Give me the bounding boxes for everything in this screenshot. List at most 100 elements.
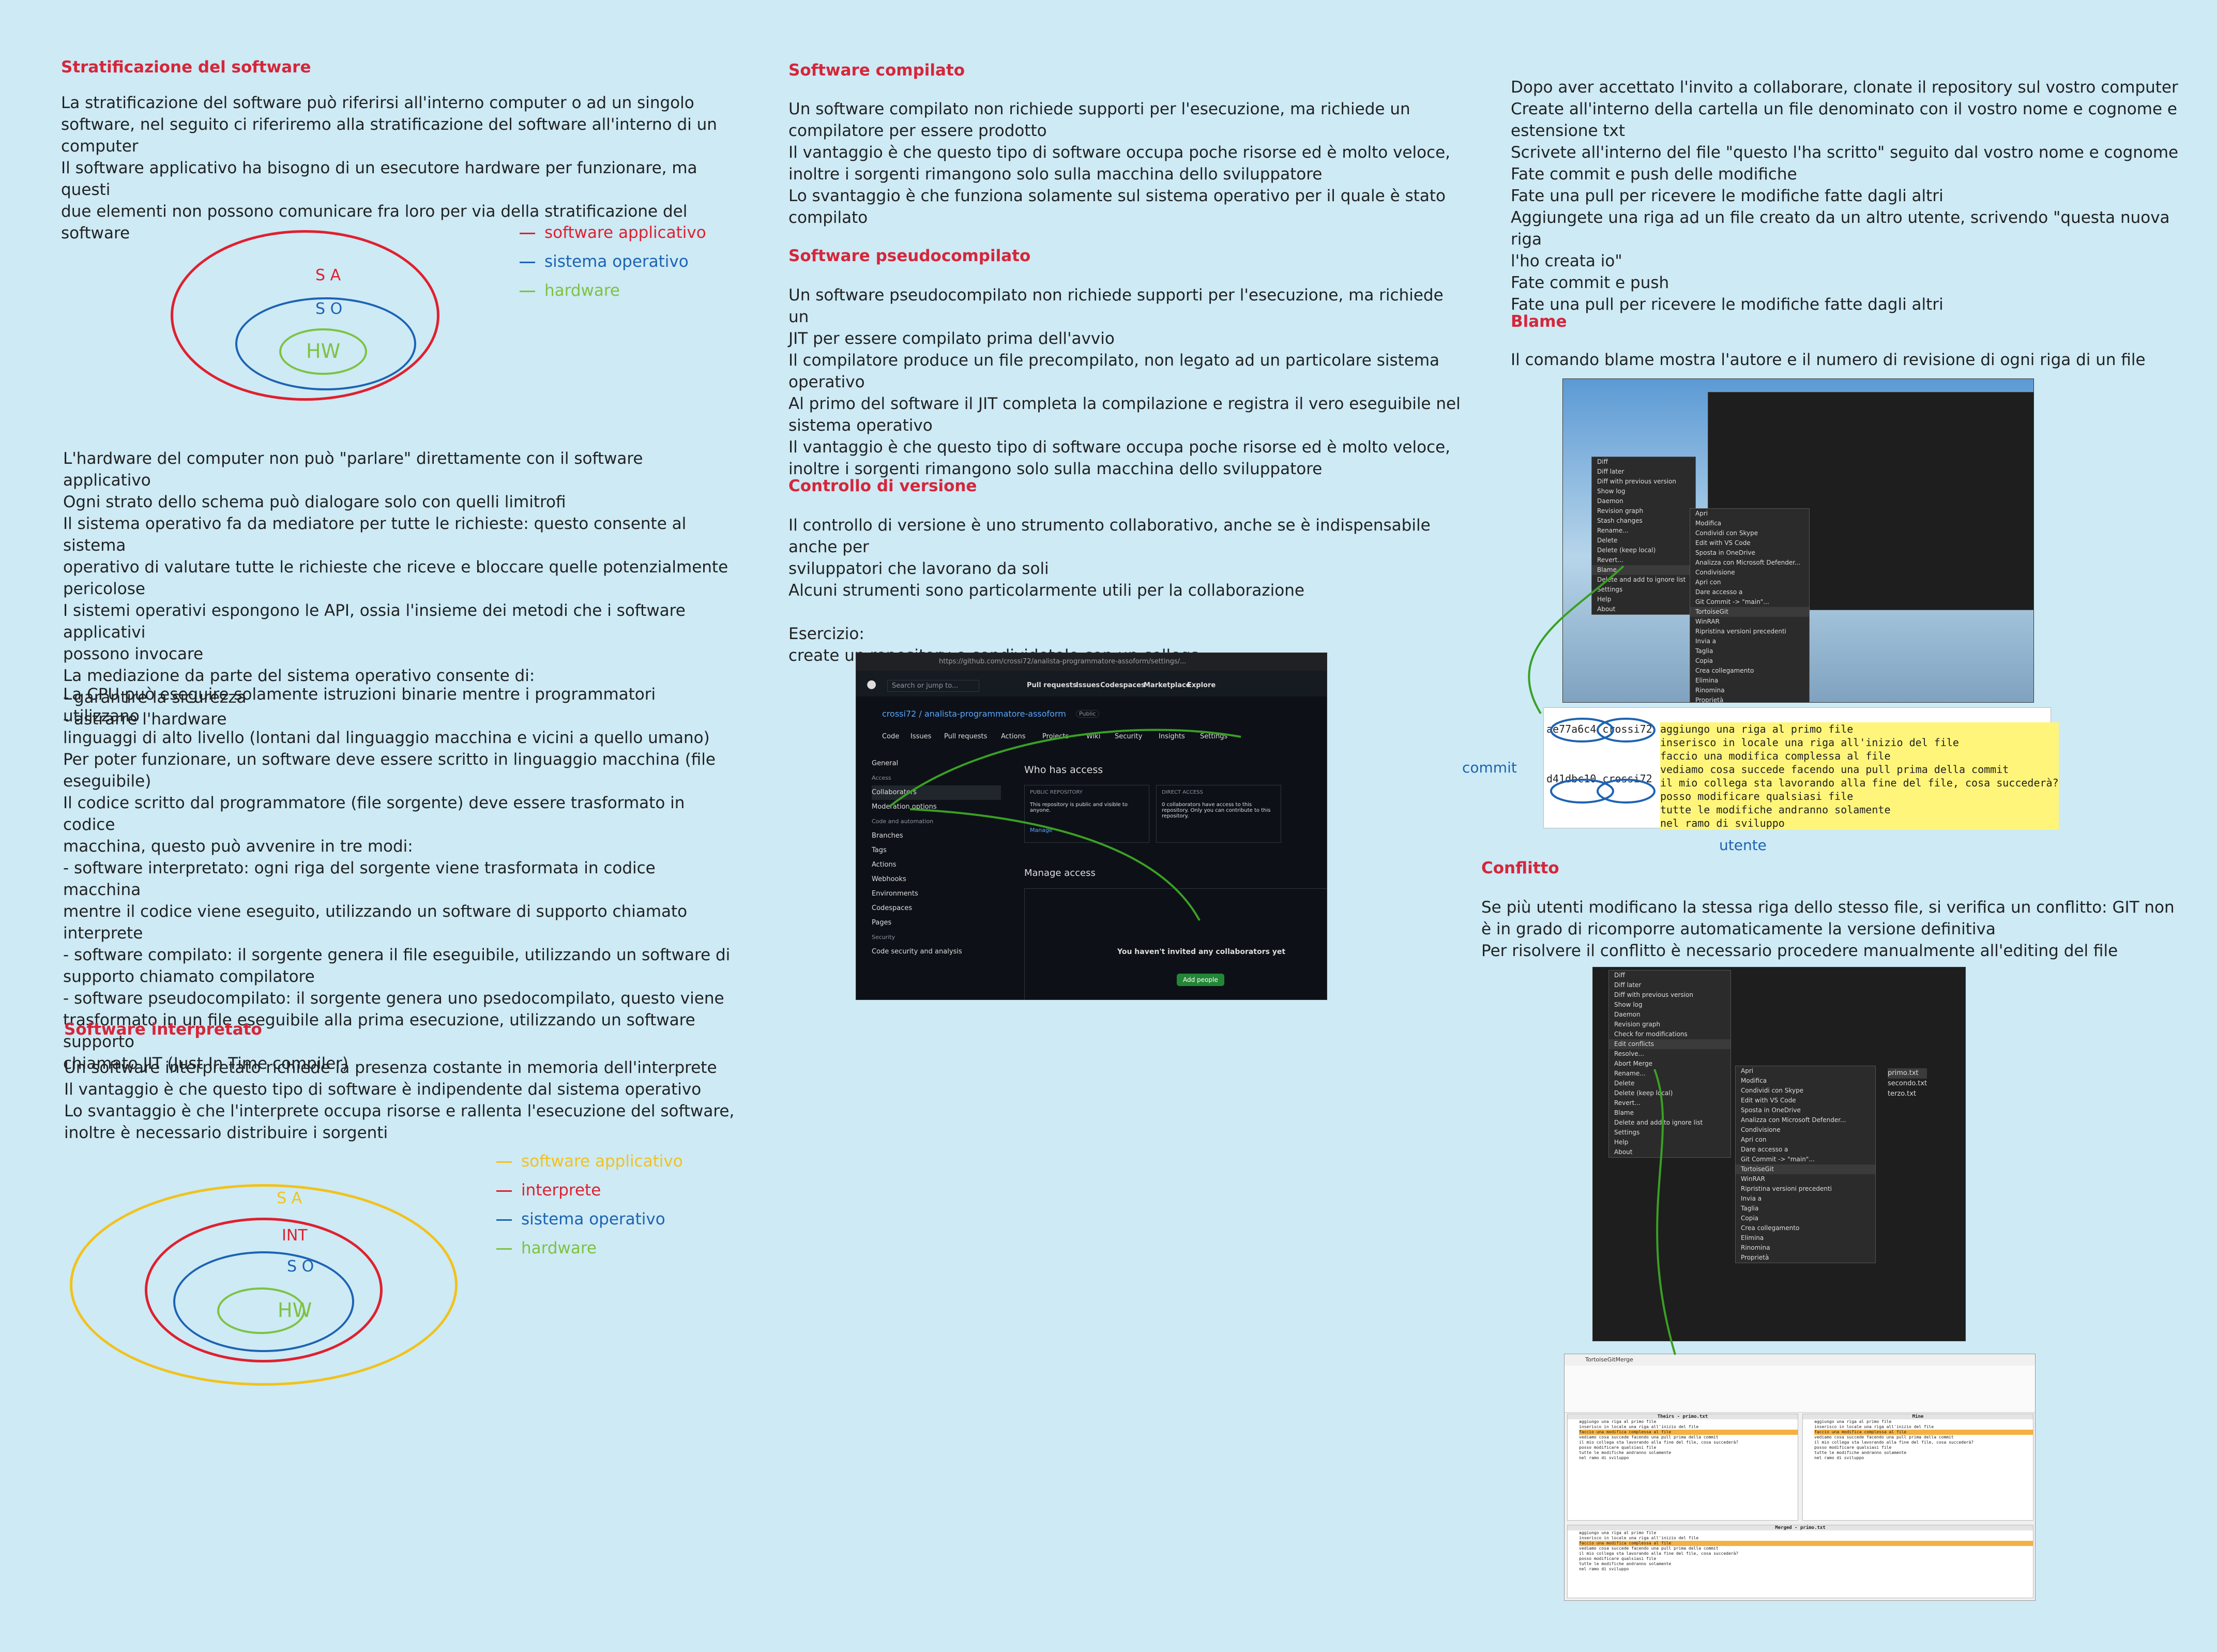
- url-bar[interactable]: https://github.com/crossi72/analista-pro…: [939, 658, 1186, 665]
- menu-item-show-log[interactable]: Show log: [1609, 1000, 1730, 1010]
- ctx-modifica[interactable]: Modifica: [1690, 519, 1809, 528]
- ctx-ripristina[interactable]: Ripristina versioni precedenti: [1736, 1184, 1875, 1194]
- ctx-apri[interactable]: Apri: [1736, 1066, 1875, 1076]
- ctx-onedrive[interactable]: Sposta in OneDrive: [1736, 1105, 1875, 1115]
- ctx-tortoisegit[interactable]: TortoiseGit: [1736, 1164, 1875, 1174]
- add-people-button[interactable]: Add people: [1177, 974, 1224, 986]
- sidebar-item-collaborators[interactable]: Collaborators: [872, 785, 1001, 800]
- sidebar-item-webhooks[interactable]: Webhooks: [872, 872, 1001, 887]
- tab-projects[interactable]: Projects: [1042, 733, 1069, 740]
- menu-item-revert[interactable]: Revert...: [1592, 555, 1695, 565]
- tab-security[interactable]: Security: [1115, 733, 1142, 740]
- menu-item-revert[interactable]: Revert...: [1609, 1098, 1730, 1108]
- menu-item-about[interactable]: About: [1609, 1147, 1730, 1157]
- sidebar-item-actions[interactable]: Actions: [872, 858, 1001, 872]
- menu-item-diff-later[interactable]: Diff later: [1609, 980, 1730, 990]
- manage-link[interactable]: Manage: [1030, 827, 1053, 833]
- ctx-taglia[interactable]: Taglia: [1736, 1204, 1875, 1214]
- ctx-git-commit[interactable]: Git Commit -> "main"...: [1690, 597, 1809, 607]
- menu-item-ignore[interactable]: Delete and add to ignore list: [1609, 1118, 1730, 1128]
- ctx-crea-collegamento[interactable]: Crea collegamento: [1736, 1223, 1875, 1233]
- ctx-skype[interactable]: Condividi con Skype: [1736, 1086, 1875, 1096]
- menu-item-delete[interactable]: Delete: [1609, 1079, 1730, 1088]
- menu-item-diff-previous[interactable]: Diff with previous version: [1609, 990, 1730, 1000]
- sidebar-item-codespaces[interactable]: Codespaces: [872, 901, 1001, 916]
- menu-item-abort-merge[interactable]: Abort Merge: [1609, 1059, 1730, 1069]
- tab-settings[interactable]: Settings: [1200, 733, 1227, 740]
- ctx-dare-accesso[interactable]: Dare accesso a: [1690, 587, 1809, 597]
- menu-item-ignore[interactable]: Delete and add to ignore list: [1592, 575, 1695, 585]
- ctx-apri-con[interactable]: Apri con: [1736, 1135, 1875, 1145]
- menu-item-about[interactable]: About: [1592, 604, 1695, 614]
- ctx-vscode[interactable]: Edit with VS Code: [1736, 1096, 1875, 1105]
- ctx-proprieta[interactable]: Proprietà: [1736, 1253, 1875, 1263]
- ctx-vscode[interactable]: Edit with VS Code: [1690, 538, 1809, 548]
- menu-item-resolve[interactable]: Resolve...: [1609, 1049, 1730, 1059]
- sidebar-item-tags[interactable]: Tags: [872, 843, 1001, 858]
- menu-item-delete[interactable]: Delete: [1592, 536, 1695, 545]
- menu-item-blame[interactable]: Blame: [1609, 1108, 1730, 1118]
- tab-wiki[interactable]: Wiki: [1086, 733, 1100, 740]
- ctx-proprieta[interactable]: Proprietà: [1690, 695, 1809, 702]
- blame-rev-1[interactable]: ae77a6c4 crossi72: [1546, 722, 1652, 736]
- sidebar-item-general[interactable]: General: [872, 756, 1001, 771]
- ctx-invia-a[interactable]: Invia a: [1690, 636, 1809, 646]
- ctx-apri[interactable]: Apri: [1690, 509, 1809, 519]
- nav-codespaces[interactable]: Codespaces: [1100, 681, 1145, 689]
- ctx-crea-collegamento[interactable]: Crea collegamento: [1690, 666, 1809, 676]
- search-input[interactable]: Search or jump to...: [887, 680, 980, 692]
- ctx-modifica[interactable]: Modifica: [1736, 1076, 1875, 1086]
- nav-pull-requests[interactable]: Pull requests: [1027, 681, 1077, 689]
- file-item[interactable]: terzo.txt: [1888, 1089, 1927, 1099]
- repo-name[interactable]: crossi72 / analista-programmatore-assofo…: [882, 709, 1066, 719]
- ctx-taglia[interactable]: Taglia: [1690, 646, 1809, 656]
- menu-item-settings[interactable]: Settings: [1592, 585, 1695, 595]
- menu-item-daemon[interactable]: Daemon: [1592, 496, 1695, 506]
- ctx-tortoisegit[interactable]: TortoiseGit: [1690, 607, 1809, 617]
- github-logo-icon[interactable]: ●: [867, 678, 876, 691]
- menu-item-daemon[interactable]: Daemon: [1609, 1010, 1730, 1020]
- ctx-winrar[interactable]: WinRAR: [1690, 617, 1809, 627]
- menu-item-blame[interactable]: Blame: [1592, 565, 1695, 575]
- ctx-rinomina[interactable]: Rinomina: [1736, 1243, 1875, 1253]
- tab-issues[interactable]: Issues: [910, 733, 931, 740]
- tab-code[interactable]: Code: [882, 733, 899, 740]
- menu-item-help[interactable]: Help: [1592, 595, 1695, 604]
- menu-item-revision-graph[interactable]: Revision graph: [1609, 1020, 1730, 1029]
- ctx-elimina[interactable]: Elimina: [1736, 1233, 1875, 1243]
- nav-issues[interactable]: Issues: [1076, 681, 1100, 689]
- menu-item-rename[interactable]: Rename...: [1609, 1069, 1730, 1079]
- menu-item-help[interactable]: Help: [1609, 1138, 1730, 1147]
- ctx-git-commit[interactable]: Git Commit -> "main"...: [1736, 1155, 1875, 1164]
- file-item[interactable]: secondo.txt: [1888, 1079, 1927, 1089]
- sidebar-item-branches[interactable]: Branches: [872, 829, 1001, 843]
- ctx-copia[interactable]: Copia: [1736, 1214, 1875, 1223]
- blame-rev-2[interactable]: d41dbc10 crossi72: [1546, 772, 1652, 785]
- nav-explore[interactable]: Explore: [1187, 681, 1216, 689]
- menu-item-edit-conflicts[interactable]: Edit conflicts: [1609, 1039, 1730, 1049]
- nav-marketplace[interactable]: Marketplace: [1144, 681, 1191, 689]
- menu-item-check-modifications[interactable]: Check for modifications: [1609, 1029, 1730, 1039]
- sidebar-item-code-security[interactable]: Code security and analysis: [872, 945, 1001, 959]
- sidebar-item-moderation[interactable]: Moderation options: [872, 800, 1001, 814]
- sidebar-item-environments[interactable]: Environments: [872, 887, 1001, 901]
- ctx-skype[interactable]: Condividi con Skype: [1690, 528, 1809, 538]
- ctx-apri-con[interactable]: Apri con: [1690, 578, 1809, 587]
- menu-item-revision-graph[interactable]: Revision graph: [1592, 506, 1695, 516]
- menu-item-stash[interactable]: Stash changes: [1592, 516, 1695, 526]
- ctx-winrar[interactable]: WinRAR: [1736, 1174, 1875, 1184]
- ctx-onedrive[interactable]: Sposta in OneDrive: [1690, 548, 1809, 558]
- ctx-dare-accesso[interactable]: Dare accesso a: [1736, 1145, 1875, 1155]
- ctx-rinomina[interactable]: Rinomina: [1690, 686, 1809, 695]
- tab-pull-requests[interactable]: Pull requests: [944, 733, 987, 740]
- ctx-defender[interactable]: Analizza con Microsoft Defender...: [1736, 1115, 1875, 1125]
- ctx-copia[interactable]: Copia: [1690, 656, 1809, 666]
- ctx-defender[interactable]: Analizza con Microsoft Defender...: [1690, 558, 1809, 568]
- ctx-condivisione[interactable]: Condivisione: [1736, 1125, 1875, 1135]
- file-item[interactable]: primo.txt: [1888, 1068, 1927, 1079]
- menu-item-delete-keep[interactable]: Delete (keep local): [1609, 1088, 1730, 1098]
- ctx-ripristina[interactable]: Ripristina versioni precedenti: [1690, 627, 1809, 636]
- tab-insights[interactable]: Insights: [1159, 733, 1185, 740]
- menu-item-diff[interactable]: Diff: [1592, 457, 1695, 467]
- menu-item-settings[interactable]: Settings: [1609, 1128, 1730, 1138]
